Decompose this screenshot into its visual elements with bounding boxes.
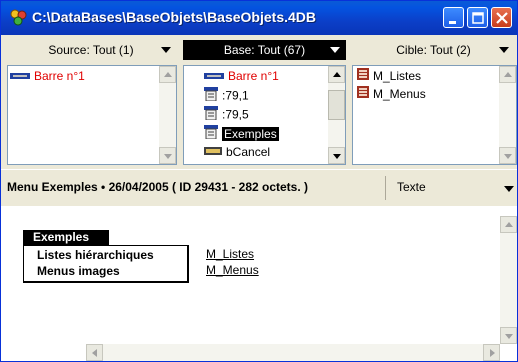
scroll-left-button[interactable] <box>86 344 103 361</box>
list-item-label: Barre n°1 <box>34 69 85 83</box>
base-list[interactable]: Barre n°1 :79,1 :79,5 Exemples bCancel <box>183 65 346 165</box>
format-dropdown-label[interactable]: Texte <box>397 180 426 194</box>
scroll-down-button[interactable] <box>500 327 517 344</box>
app-icon <box>10 9 28 27</box>
scroll-right-button[interactable] <box>483 344 500 361</box>
source-filter-dropdown[interactable]: Source: Tout (1) <box>5 40 177 60</box>
divider <box>385 176 386 200</box>
cible-filter-dropdown[interactable]: Cible: Tout (2) <box>352 40 515 60</box>
source-header-label: Source: Tout (1) <box>48 43 134 57</box>
menu-icon <box>204 106 218 125</box>
list-item[interactable]: M_Menus <box>357 86 426 103</box>
scroll-down-button[interactable] <box>328 147 345 164</box>
list-object-icon <box>357 86 369 103</box>
preview-menu-item[interactable]: Menus images <box>37 264 120 278</box>
minimize-icon <box>449 21 456 24</box>
source-list-scrollbar[interactable] <box>159 66 176 164</box>
list-item[interactable]: Barre n°1 <box>10 68 85 85</box>
preview-menu-title[interactable]: Exemples <box>23 230 109 245</box>
list-item[interactable]: :79,1 <box>204 87 249 104</box>
base-header-label: Base: Tout (67) <box>223 43 306 57</box>
object-info-bar: Menu Exemples • 26/04/2005 ( ID 29431 - … <box>1 169 517 207</box>
preview-vertical-scrollbar[interactable] <box>500 216 517 344</box>
list-object-icon <box>357 68 369 85</box>
base-list-scrollbar[interactable] <box>328 66 345 164</box>
scroll-up-button[interactable] <box>159 66 176 83</box>
button-icon <box>204 144 222 161</box>
scroll-up-button[interactable] <box>499 66 516 83</box>
chevron-down-icon <box>330 47 340 53</box>
list-item-label: :79,1 <box>222 88 249 103</box>
preview-item-link[interactable]: M_Listes <box>206 247 254 261</box>
scroll-up-button[interactable] <box>500 216 517 233</box>
list-item-label: Barre n°1 <box>228 69 279 83</box>
minimize-button[interactable] <box>443 7 464 28</box>
list-item[interactable]: bCancel <box>204 144 270 161</box>
close-icon <box>496 12 508 24</box>
scroll-thumb[interactable] <box>328 90 345 120</box>
chevron-down-icon <box>161 47 171 53</box>
preview-menu-box: Listes hiérarchiques Menus images <box>23 245 189 283</box>
chevron-down-icon[interactable] <box>504 186 514 192</box>
list-item-label: Exemples <box>222 126 279 141</box>
preview-menu-item[interactable]: Listes hiérarchiques <box>37 248 154 262</box>
list-item-label: M_Menus <box>373 87 426 101</box>
list-item-selected[interactable]: Exemples <box>204 125 279 142</box>
chevron-down-icon <box>499 47 509 53</box>
maximize-button[interactable] <box>467 7 488 28</box>
cible-list[interactable]: M_Listes M_Menus <box>352 65 517 165</box>
preview-item-link[interactable]: M_Menus <box>206 263 259 277</box>
menubar-icon <box>204 68 224 85</box>
cible-list-scrollbar[interactable] <box>499 66 516 164</box>
scroll-down-button[interactable] <box>159 147 176 164</box>
list-item-label: M_Listes <box>373 69 422 83</box>
scroll-down-button[interactable] <box>499 147 516 164</box>
menu-preview: Exemples Listes hiérarchiques Menus imag… <box>1 206 517 361</box>
list-item-label: bCancel <box>226 145 271 159</box>
list-item[interactable]: Barre n°1 <box>204 68 279 85</box>
maximize-icon <box>472 12 484 24</box>
menu-icon <box>204 125 218 144</box>
close-button[interactable] <box>491 7 512 28</box>
menu-icon <box>204 87 218 106</box>
cible-header-label: Cible: Tout (2) <box>396 43 471 57</box>
title-bar[interactable]: C:\DataBases\BaseObjets\BaseObjets.4DB <box>1 1 517 35</box>
list-item[interactable]: :79,5 <box>204 106 249 123</box>
list-item-label: :79,5 <box>222 107 249 122</box>
app-window: C:\DataBases\BaseObjets\BaseObjets.4DB S… <box>0 0 518 362</box>
object-description: Menu Exemples • 26/04/2005 ( ID 29431 - … <box>7 180 309 194</box>
preview-horizontal-scrollbar[interactable] <box>86 344 500 361</box>
base-filter-dropdown[interactable]: Base: Tout (67) <box>183 40 346 60</box>
source-list[interactable]: Barre n°1 <box>7 65 177 165</box>
window-title: C:\DataBases\BaseObjets\BaseObjets.4DB <box>32 9 317 25</box>
scroll-up-button[interactable] <box>328 66 345 83</box>
list-item[interactable]: M_Listes <box>357 68 421 85</box>
menubar-icon <box>10 68 30 85</box>
